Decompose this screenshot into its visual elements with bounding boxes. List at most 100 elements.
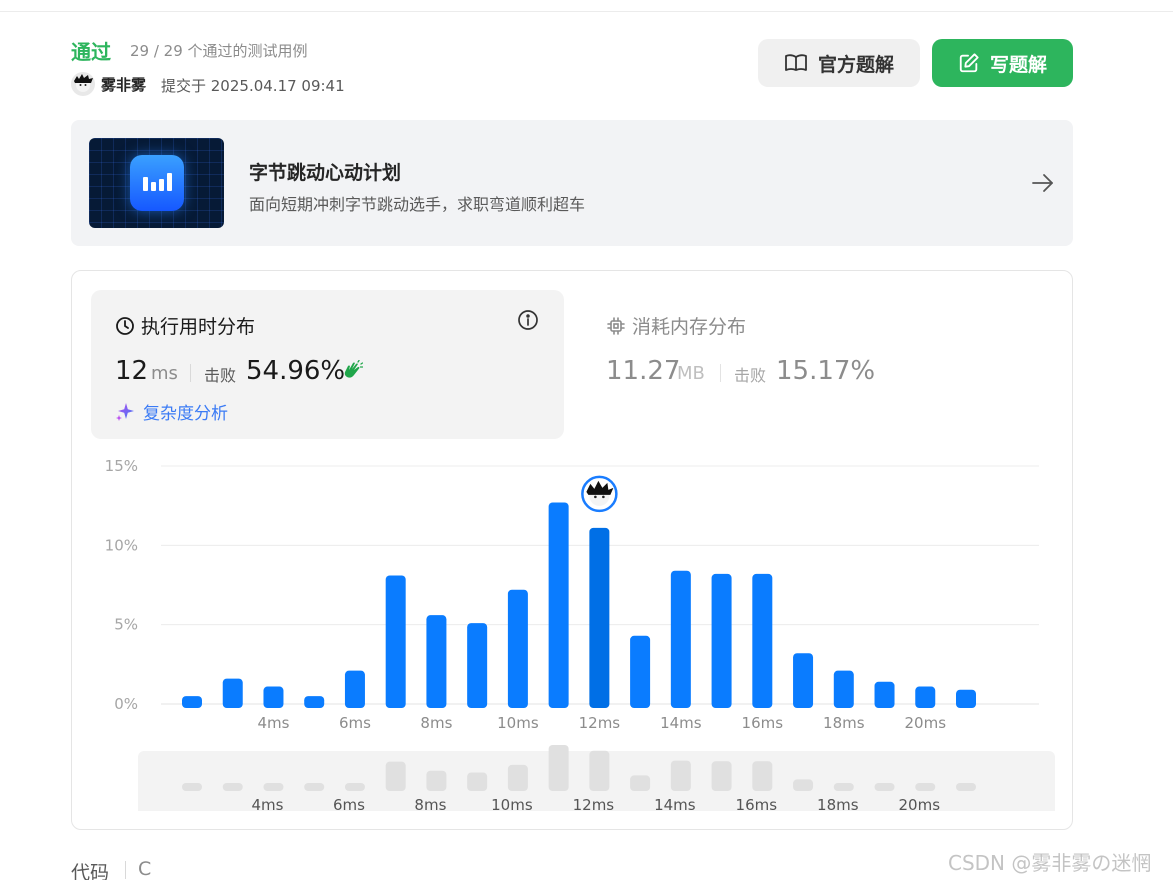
banner-subtitle: 面向短期冲刺字节跳动选手，求职弯道顺利超车	[249, 195, 586, 214]
test-cases-summary: 29 / 29 个通过的测试用例	[130, 42, 308, 60]
navigator-tick-label: 8ms	[414, 796, 446, 814]
navigator-bar	[548, 745, 569, 791]
y-axis-tick-label: 5%	[114, 616, 138, 634]
x-axis-tick-label: 14ms	[660, 714, 702, 732]
navigator-tick-label: 4ms	[251, 796, 283, 814]
y-axis-tick-label: 10%	[105, 536, 138, 554]
memory-title: 消耗内存分布	[606, 312, 746, 339]
runtime-bar-highlight[interactable]	[589, 527, 610, 708]
write-solution-label: 写题解	[989, 53, 1047, 76]
x-axis-tick-label: 8ms	[420, 714, 452, 732]
runtime-bar[interactable]	[752, 573, 773, 708]
runtime-panel[interactable]: 执行用时分布 12 ms 击败 54.96% 复杂度分析	[91, 290, 564, 439]
top-divider	[0, 11, 1173, 12]
info-icon[interactable]	[517, 309, 539, 331]
runtime-bar[interactable]	[915, 686, 936, 708]
clock-icon	[116, 316, 134, 335]
navigator-bar	[182, 783, 202, 791]
memory-beats-percent: 15.17%	[776, 356, 876, 386]
runtime-bar[interactable]	[874, 681, 895, 708]
runtime-bar[interactable]	[793, 653, 814, 708]
navigator-tick-label: 16ms	[736, 796, 778, 814]
navigator-bar	[670, 760, 691, 791]
code-divider	[125, 861, 126, 879]
runtime-bar[interactable]	[344, 670, 365, 708]
runtime-value: 12	[115, 356, 149, 386]
navigator-bar	[956, 783, 976, 791]
runtime-distribution-chart: 0% 5% 10% 15% 4ms 6ms 8ms 10ms 12ms 14ms 16ms 18ms…	[105, 457, 1055, 814]
navigator-tick-label: 20ms	[899, 796, 941, 814]
runtime-bar[interactable]	[833, 670, 854, 708]
official-solution-button[interactable]: 官方题解	[758, 39, 920, 87]
my-submission-avatar-marker[interactable]	[581, 475, 618, 513]
navigator-tick-label: 10ms	[491, 796, 533, 814]
navigator-tick-label: 12ms	[573, 796, 615, 814]
memory-unit: MB	[677, 363, 705, 384]
x-axis-tick-label: 18ms	[823, 714, 865, 732]
x-axis-tick-label: 6ms	[339, 714, 371, 732]
memory-value: 11.27	[606, 356, 681, 386]
bytedance-logo-icon	[130, 155, 184, 211]
navigator-bar	[793, 779, 814, 791]
navigator-bar	[263, 783, 284, 791]
runtime-bar[interactable]	[385, 575, 406, 708]
code-language: C	[138, 858, 152, 880]
banner-image	[89, 138, 224, 228]
navigator-bar	[874, 783, 895, 791]
navigator-bar	[385, 761, 406, 791]
runtime-beats-label: 击败	[204, 366, 237, 385]
promo-banner[interactable]: 字节跳动心动计划 面向短期冲刺字节跳动选手，求职弯道顺利超车	[71, 120, 1073, 246]
navigator-bar	[752, 761, 773, 791]
y-axis-tick-label: 15%	[105, 457, 138, 475]
official-solution-label: 官方题解	[817, 53, 894, 76]
runtime-bar[interactable]	[222, 678, 243, 708]
runtime-title: 执行用时分布	[115, 312, 255, 339]
runtime-bar[interactable]	[304, 696, 325, 708]
x-axis-tick-label: 4ms	[257, 714, 289, 732]
runtime-bar[interactable]	[670, 570, 691, 708]
watermark: CSDN @雾非雾の迷惘	[948, 851, 1152, 875]
runtime-bar[interactable]	[182, 696, 202, 708]
navigator-bar	[222, 783, 243, 791]
x-axis-tick-label: 16ms	[742, 714, 784, 732]
x-axis-tick-label: 20ms	[905, 714, 947, 732]
memory-beats-label: 击败	[734, 366, 767, 385]
x-axis-tick-label: 10ms	[497, 714, 539, 732]
memory-divider	[720, 364, 721, 382]
user-avatar[interactable]	[71, 72, 95, 96]
navigator-bar	[711, 761, 732, 791]
complexity-analysis-label: 复杂度分析	[143, 404, 228, 424]
runtime-beats-percent: 54.96%	[246, 356, 346, 386]
edit-icon	[959, 53, 979, 73]
runtime-bar[interactable]	[630, 635, 651, 708]
performance-card: 执行用时分布 12 ms 击败 54.96% 复杂度分析 消耗内存分布 11.2…	[71, 270, 1073, 830]
runtime-bar[interactable]	[467, 623, 488, 708]
runtime-bar[interactable]	[426, 615, 447, 708]
navigator-bar	[467, 772, 488, 791]
result-status: 通过	[71, 40, 111, 64]
navigator-tick-label: 18ms	[817, 796, 859, 814]
x-axis-tick-label: 12ms	[579, 714, 621, 732]
navigator-tick-label: 14ms	[654, 796, 696, 814]
code-section-label: 代码	[71, 862, 110, 880]
runtime-bar[interactable]	[507, 589, 528, 708]
complexity-analysis-link[interactable]: 复杂度分析	[115, 399, 228, 424]
y-axis-tick-label: 0%	[114, 695, 138, 713]
runtime-bar[interactable]	[711, 573, 732, 708]
runtime-bar[interactable]	[263, 686, 284, 708]
banner-title: 字节跳动心动计划	[249, 162, 402, 184]
memory-panel[interactable]: 消耗内存分布 11.27 MB 击败 15.17%	[592, 290, 1032, 439]
arrow-right-icon[interactable]	[1030, 170, 1056, 196]
write-solution-button[interactable]: 写题解	[932, 39, 1073, 87]
navigator-tick-label: 6ms	[333, 796, 365, 814]
submission-time: 提交于 2025.04.17 09:41	[161, 77, 345, 95]
username[interactable]: 雾非雾	[101, 74, 146, 95]
runtime-unit: ms	[151, 363, 178, 384]
runtime-title-label: 执行用时分布	[141, 316, 256, 338]
chip-icon	[607, 316, 625, 335]
book-icon	[785, 54, 807, 71]
navigator-bar	[344, 783, 365, 791]
runtime-bar[interactable]	[956, 689, 976, 708]
runtime-bar[interactable]	[548, 502, 569, 708]
navigator-bar	[630, 775, 651, 791]
